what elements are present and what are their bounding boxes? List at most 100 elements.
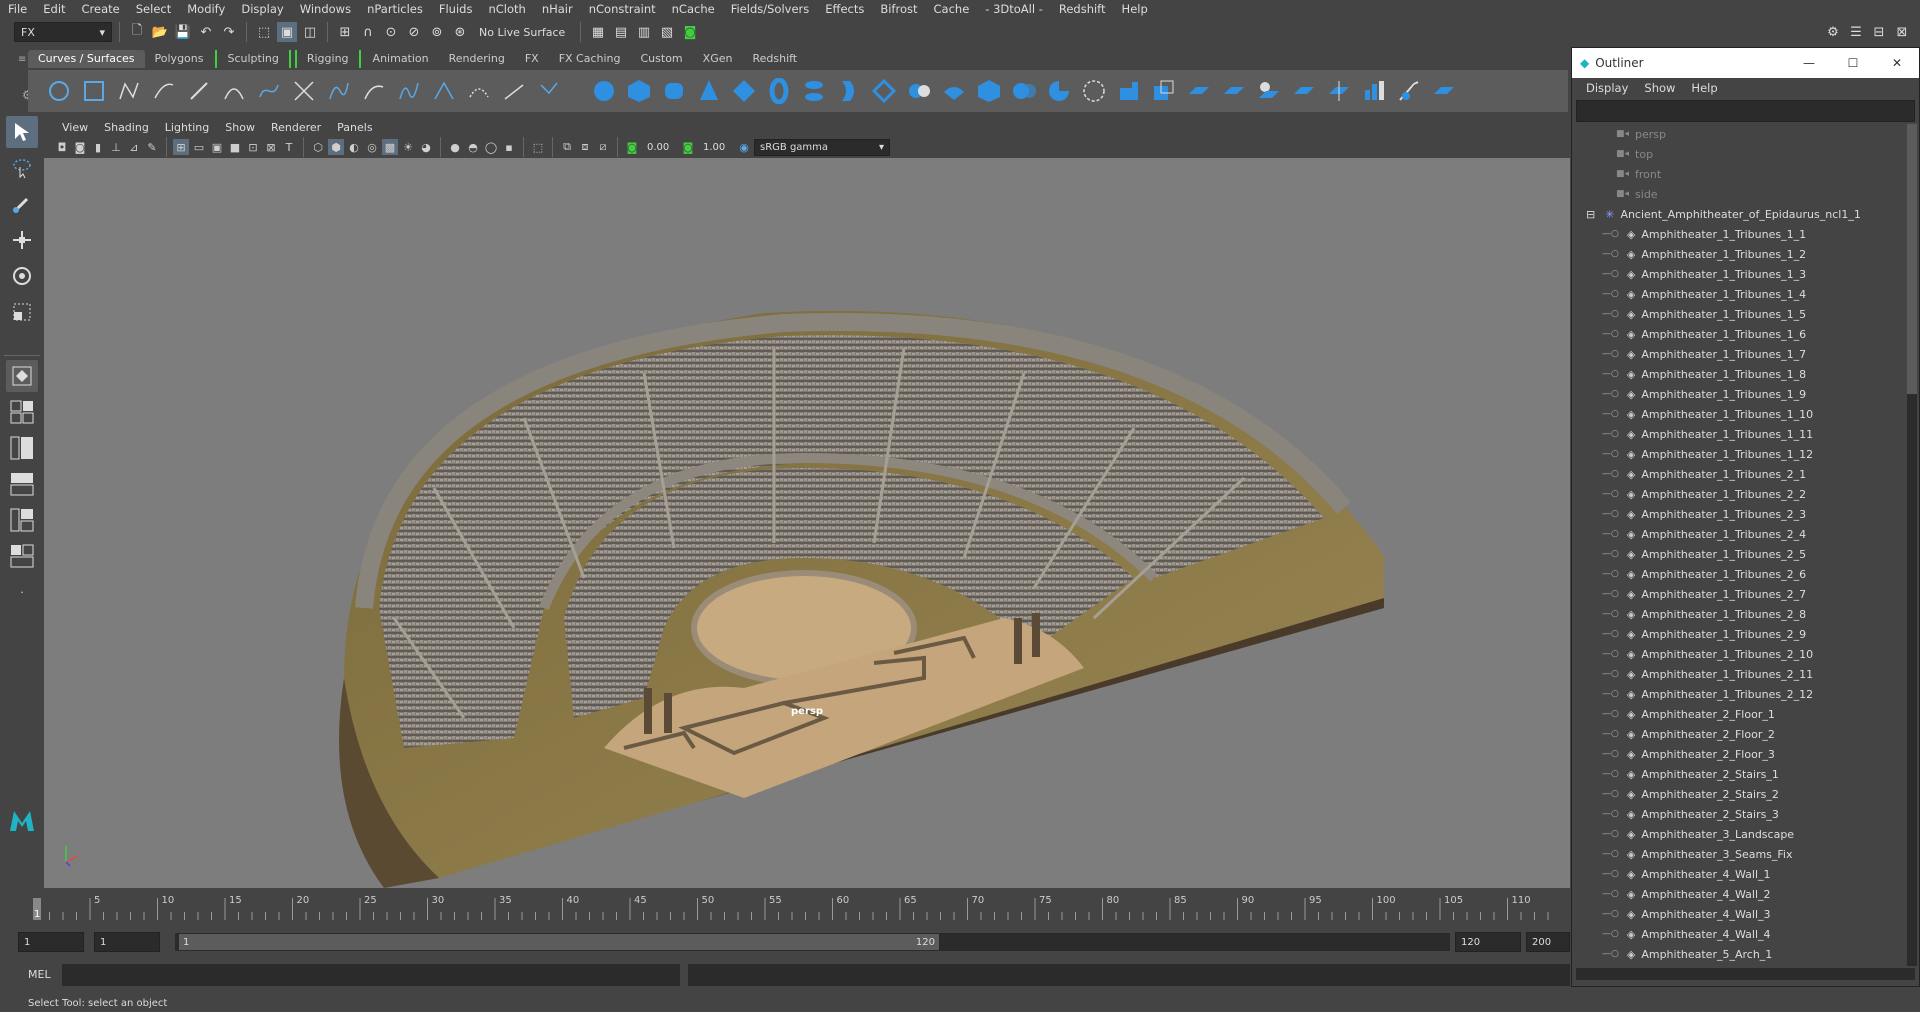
perspective-viewport[interactable]: persp [44, 158, 1570, 888]
gate-mask-icon[interactable]: ■ [227, 139, 243, 155]
outliner-group-row[interactable]: ⊟ ✳ Ancient_Amphitheater_of_Epidaurus_ncl1… [1572, 204, 1919, 224]
hypershade-icon[interactable]: ◙ [680, 22, 700, 42]
camera-attributes-icon[interactable]: ⊿ [126, 139, 142, 155]
render-frame-icon[interactable]: ▤ [611, 22, 631, 42]
outliner-mesh-row[interactable]: —○ ◈ Amphitheater_1_Tribunes_2_7 [1572, 584, 1919, 604]
outliner-mesh-row[interactable]: —○ ◈ Amphitheater_4_Wall_3 [1572, 904, 1919, 924]
channel-box-icon[interactable]: ⊠ [1892, 22, 1912, 42]
outliner-mesh-row[interactable]: —○ ◈ Amphitheater_2_Floor_2 [1572, 724, 1919, 744]
menu-help[interactable]: Help [1114, 0, 1156, 18]
outliner-search-input[interactable] [1576, 100, 1915, 122]
mel-label[interactable]: MEL [28, 968, 51, 981]
untrim-icon[interactable] [1114, 77, 1143, 106]
menu-file[interactable]: File [0, 0, 35, 18]
project-curve-icon[interactable] [1184, 77, 1213, 106]
outliner-mesh-row[interactable]: —○ ◈ Amphitheater_4_Wall_1 [1572, 864, 1919, 884]
menu-nhair[interactable]: nHair [534, 0, 581, 18]
menu-redshift[interactable]: Redshift [1051, 0, 1114, 18]
color-management-icon[interactable]: ◉ [736, 139, 752, 155]
outliner-mesh-row[interactable]: —○ ◈ Amphitheater_1_Tribunes_2_8 [1572, 604, 1919, 624]
nurbs-cylinder-icon[interactable] [659, 77, 688, 106]
undo-icon[interactable]: ↶ [196, 22, 216, 42]
outliner-mesh-row[interactable]: —○ ◈ Amphitheater_1_Tribunes_1_5 [1572, 304, 1919, 324]
menu-cache[interactable]: Cache [926, 0, 978, 18]
select-tool-icon[interactable] [6, 116, 38, 148]
isolate-select-icon[interactable]: ⬚ [530, 139, 546, 155]
start-time-field[interactable]: 1 [18, 932, 84, 952]
grid-toggle-icon[interactable]: ⊞ [173, 139, 189, 155]
outliner-menu-help[interactable]: Help [1683, 79, 1725, 97]
boundary-icon[interactable] [974, 77, 1003, 106]
ep-curve-icon[interactable] [149, 77, 178, 106]
outliner-layout-icon[interactable] [6, 432, 38, 464]
tool-settings-icon[interactable]: ⊟ [1869, 22, 1889, 42]
outliner-mesh-row[interactable]: —○ ◈ Amphitheater_3_Landscape [1572, 824, 1919, 844]
shelf-tab-animation[interactable]: Animation [363, 50, 439, 68]
camera-lock-icon[interactable]: ◙ [72, 139, 88, 155]
outliner-mesh-row[interactable]: —○ ◈ Amphitheater_1_Tribunes_1_6 [1572, 324, 1919, 344]
menu-select[interactable]: Select [128, 0, 179, 18]
offset-curve-icon[interactable] [429, 77, 458, 106]
render-view-icon[interactable]: ▦ [588, 22, 608, 42]
range-slider-track[interactable]: 1 120 [175, 933, 1450, 951]
gamma-icon[interactable]: ◙ [680, 139, 696, 155]
intersect-surfaces-icon[interactable] [1149, 77, 1178, 106]
loft-icon[interactable] [834, 77, 863, 106]
viewport-menu-shading[interactable]: Shading [96, 121, 157, 134]
outliner-mesh-row[interactable]: —○ ◈ Amphitheater_1_Tribunes_2_10 [1572, 644, 1919, 664]
shadows-icon[interactable]: ◕ [418, 139, 434, 155]
outliner-mesh-row[interactable]: —○ ◈ Amphitheater_4_Wall_2 [1572, 884, 1919, 904]
outliner-mesh-row[interactable]: —○ ◈ Amphitheater_1_Tribunes_2_11 [1572, 664, 1919, 684]
outliner-mesh-row[interactable]: —○ ◈ Amphitheater_1_Tribunes_1_4 [1572, 284, 1919, 304]
shelf-tab-xgen[interactable]: XGen [693, 50, 743, 68]
default-material-icon[interactable]: ◐ [346, 139, 362, 155]
image-plane-icon[interactable]: ⊥ [108, 139, 124, 155]
gamma-field[interactable]: 1.00 [698, 138, 734, 156]
outliner-mesh-row[interactable]: —○ ◈ Amphitheater_1_Tribunes_1_1 [1572, 224, 1919, 244]
outliner-mesh-row[interactable]: —○ ◈ Amphitheater_1_Tribunes_2_3 [1572, 504, 1919, 524]
workspace-icon[interactable]: ⚙ [1823, 22, 1843, 42]
outliner-mesh-row[interactable]: —○ ◈ Amphitheater_1_Tribunes_2_12 [1572, 684, 1919, 704]
paint-select-icon[interactable] [6, 188, 38, 220]
outliner-mesh-row[interactable]: —○ ◈ Amphitheater_5_Arch_1 [1572, 944, 1919, 964]
attach-surfaces-icon[interactable] [1254, 77, 1283, 106]
new-scene-icon[interactable]: 🗋 [127, 22, 147, 42]
xray-icon[interactable]: ⧉ [559, 139, 575, 155]
shelf-tab-custom[interactable]: Custom [631, 50, 693, 68]
extend-curve-icon[interactable] [394, 77, 423, 106]
playback-end-field[interactable]: 120 [1455, 932, 1521, 952]
detach-curves-icon[interactable] [324, 77, 353, 106]
range-slider-handle[interactable]: 1 120 [179, 934, 939, 950]
outliner-mesh-row[interactable]: —○ ◈ Amphitheater_2_Stairs_3 [1572, 804, 1919, 824]
snap-surface-icon[interactable]: ⊚ [427, 22, 447, 42]
rebuild-surface-icon[interactable] [1219, 77, 1248, 106]
scale-tool-icon[interactable] [6, 296, 38, 328]
trim-tool-icon[interactable] [1079, 77, 1108, 106]
viewport-menu-view[interactable]: View [54, 121, 96, 134]
rebuild-curve-icon[interactable] [464, 77, 493, 106]
motion-blur-icon[interactable]: ◓ [465, 139, 481, 155]
menu-nparticles[interactable]: nParticles [359, 0, 431, 18]
stitch-surfaces-icon[interactable] [1429, 77, 1458, 106]
revolve-icon[interactable] [799, 77, 828, 106]
xray-components-icon[interactable]: ⧄ [595, 139, 611, 155]
shelf-tab-rigging[interactable]: Rigging [294, 50, 361, 68]
xray-joints-icon[interactable]: ⧈ [577, 139, 593, 155]
menu-create[interactable]: Create [74, 0, 128, 18]
field-chart-icon[interactable]: ⊡ [245, 139, 261, 155]
single-view-layout-icon[interactable] [6, 360, 38, 392]
menuset-dropdown[interactable]: FX ▾ [14, 22, 112, 42]
birail-icon[interactable] [939, 77, 968, 106]
arc-tool-icon[interactable] [219, 77, 248, 106]
depth-of-field-icon[interactable]: ▪ [501, 139, 517, 155]
outliner-vertical-scrollbar[interactable] [1907, 124, 1917, 966]
detach-surfaces-icon[interactable] [1289, 77, 1318, 106]
menu-display[interactable]: Display [233, 0, 291, 18]
shelf-menu-icon[interactable]: ≡ [18, 54, 28, 65]
square-surface-icon[interactable] [1009, 77, 1038, 106]
snap-view-icon[interactable]: ⊘ [404, 22, 424, 42]
snap-pivot-icon[interactable]: ⊛ [450, 22, 470, 42]
wireframe-icon[interactable]: ⬡ [310, 139, 326, 155]
outliner-mesh-row[interactable]: —○ ◈ Amphitheater_1_Tribunes_2_6 [1572, 564, 1919, 584]
viewport-menu-show[interactable]: Show [217, 121, 263, 134]
